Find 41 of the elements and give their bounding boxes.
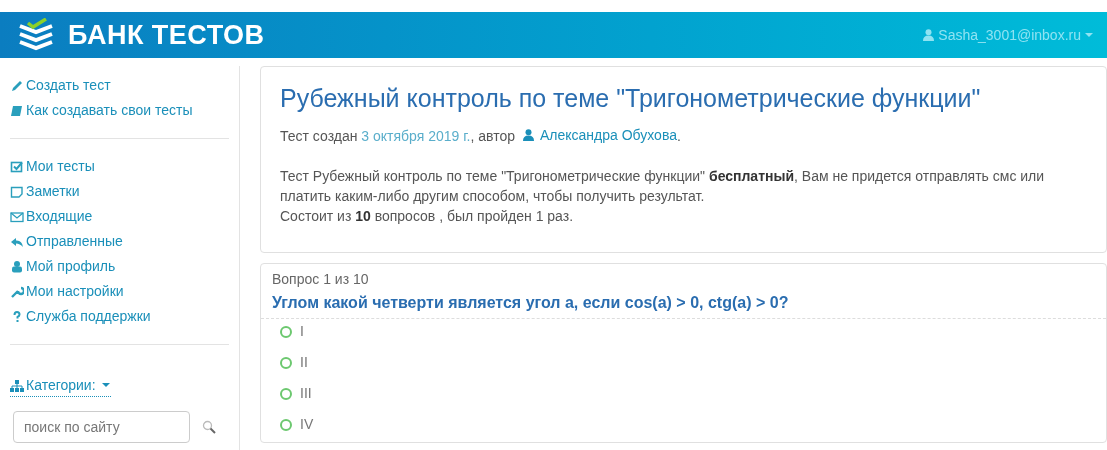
note-icon — [10, 184, 24, 199]
pencil-icon — [10, 78, 24, 93]
option-label[interactable]: II — [300, 353, 308, 372]
date-link[interactable]: 3 октября 2019 г. — [361, 128, 471, 144]
option-label[interactable]: I — [300, 322, 304, 341]
logo-icon — [16, 18, 56, 52]
caret-icon — [100, 383, 111, 388]
sidebar-link[interactable]: Заметки — [10, 182, 229, 201]
sidebar-link[interactable]: Как создавать свои тесты — [10, 101, 229, 120]
book-icon — [10, 103, 24, 118]
sitemap-icon — [10, 379, 24, 392]
test-title: Рубежный контроль по теме "Тригонометрические функции" — [280, 83, 982, 113]
sidebar-link[interactable]: Служба поддержки — [10, 307, 229, 326]
test-summary: Состоит из 10 вопросов , был пройден 1 раз. — [280, 207, 575, 226]
radio-button[interactable] — [280, 387, 292, 400]
question-counter: Вопрос 1 из 10 — [271, 270, 370, 288]
option-label[interactable]: IV — [300, 415, 314, 434]
author-link[interactable]: Александра Обухова — [522, 125, 677, 145]
sidebar-link[interactable]: Мой профиль — [10, 257, 229, 276]
caret-icon — [1085, 32, 1093, 38]
test-meta: Тест создан 3 октября 2019 г., автор Александра Обухова. — [280, 125, 682, 146]
user-icon — [522, 129, 534, 141]
search-field[interactable]: поиск по сайту — [13, 410, 190, 443]
radio-button[interactable] — [280, 356, 292, 369]
question-text: Углом какой четверти является угол а, если cos(a) > 0, ctg(a) > 0? — [261, 293, 1106, 319]
sidebar-link[interactable]: Входящие — [10, 207, 229, 226]
option-label[interactable]: III — [300, 384, 312, 403]
radio-button[interactable] — [280, 325, 292, 338]
categories-dropdown[interactable]: Категории: — [10, 375, 111, 397]
sidebar-link[interactable]: Мои тесты — [10, 157, 229, 176]
user-icon — [923, 29, 935, 41]
sidebar-link[interactable]: Отправленные — [10, 232, 229, 251]
test-description: Тест Рубежный контроль по теме "Тригонометрические функции" бесплатный, Вам не придется отправлять смс или платить каким-либо другим способом, чтобы получить результат. — [280, 167, 1046, 206]
logo-text: БАНК ТЕСТОВ — [68, 18, 265, 52]
search-icon[interactable] — [202, 419, 216, 434]
sidebar-link[interactable]: Создать тест — [10, 76, 229, 95]
checkbox-icon — [10, 159, 24, 174]
envelope-icon — [10, 209, 24, 224]
radio-button[interactable] — [280, 418, 292, 431]
person-icon — [10, 259, 24, 274]
sidebar-link[interactable]: Мои настройки — [10, 282, 229, 301]
